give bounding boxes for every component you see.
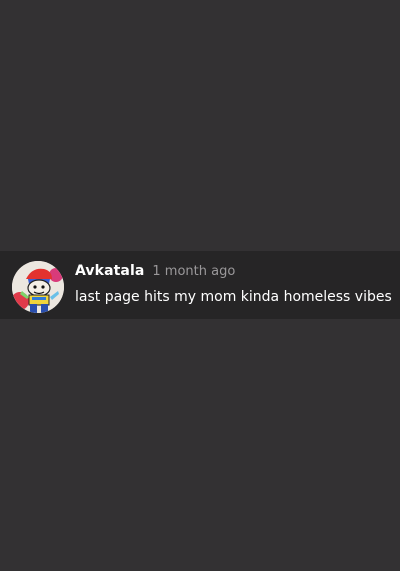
user-avatar-icon: [12, 261, 64, 313]
comment-text: last page hits my mom kinda homeless vib…: [75, 289, 392, 305]
comment-timestamp[interactable]: 1 month ago: [152, 264, 235, 279]
comment-meta: Avkatala 1 month ago: [75, 263, 235, 283]
username[interactable]: Avkatala: [75, 263, 144, 279]
comment-item: Avkatala 1 month ago last page hits my m…: [0, 251, 400, 319]
avatar[interactable]: [12, 261, 64, 313]
page: Avkatala 1 month ago last page hits my m…: [0, 0, 400, 571]
